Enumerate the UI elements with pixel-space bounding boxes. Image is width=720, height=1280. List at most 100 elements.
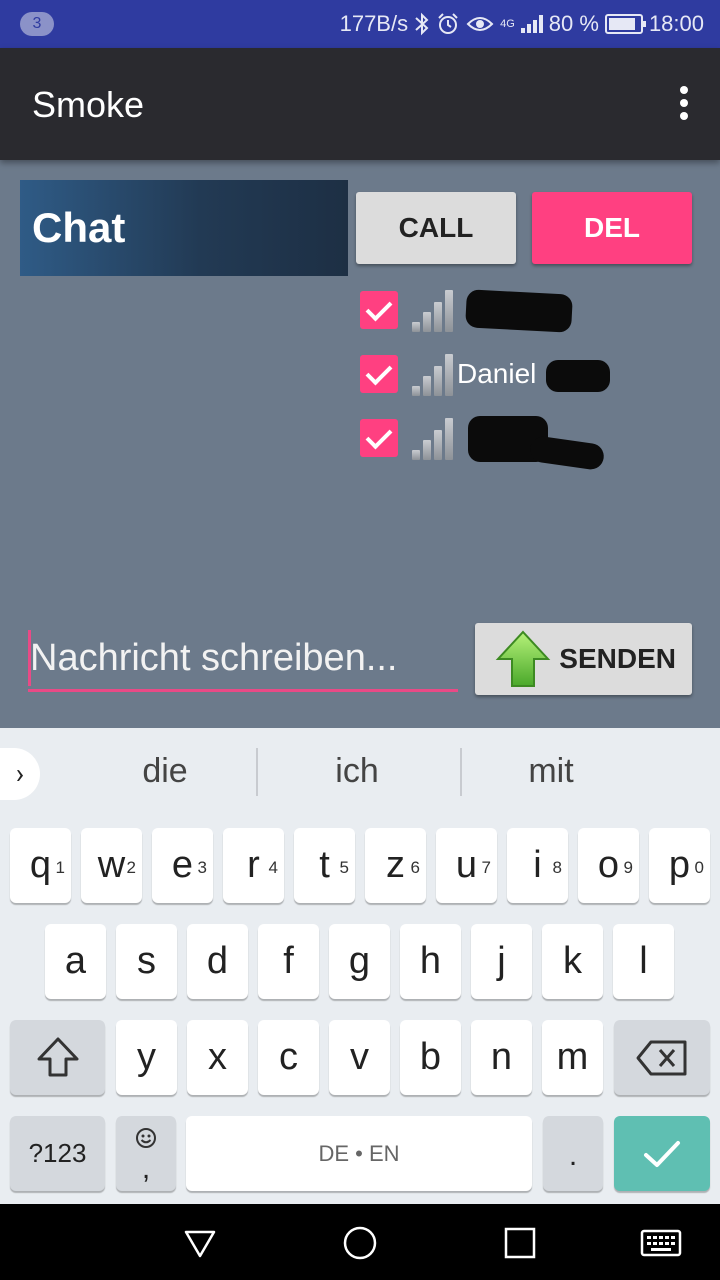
space-key[interactable]: DE • EN	[186, 1116, 532, 1191]
key-k[interactable]: k	[542, 924, 603, 999]
comma-label: ,	[141, 1152, 151, 1185]
redaction-mark	[528, 434, 606, 472]
key-m[interactable]: m	[542, 1020, 603, 1095]
alarm-icon	[438, 13, 458, 34]
key-x[interactable]: x	[187, 1020, 248, 1095]
battery-icon	[604, 14, 646, 34]
contact-checkbox[interactable]	[360, 355, 398, 393]
key-label: i	[533, 844, 542, 886]
key-label: r	[247, 844, 260, 886]
key-w[interactable]: w2	[81, 828, 142, 903]
recents-icon[interactable]	[503, 1226, 537, 1260]
key-g[interactable]: g	[329, 924, 390, 999]
contact-item[interactable]: Daniel	[360, 350, 536, 398]
up-arrow-icon	[495, 630, 551, 687]
key-number-hint: 3	[197, 858, 207, 877]
key-a[interactable]: a	[45, 924, 106, 999]
network-type: 4G	[500, 17, 515, 30]
key-label: q	[29, 844, 52, 886]
key-v[interactable]: v	[329, 1020, 390, 1095]
key-number-hint: 5	[339, 858, 349, 877]
clock: 18:00	[648, 11, 704, 36]
period-key[interactable]: .	[543, 1116, 603, 1191]
send-button[interactable]: SENDEN	[475, 623, 692, 695]
key-number-hint: 9	[623, 858, 633, 877]
key-u[interactable]: u7	[436, 828, 497, 903]
chevron-right-icon[interactable]: ›	[0, 748, 40, 800]
key-number-hint: 0	[694, 858, 704, 877]
bluetooth-icon	[415, 12, 429, 36]
key-b[interactable]: b	[400, 1020, 461, 1095]
eye-icon	[466, 17, 494, 31]
battery-percent: 80 %	[548, 11, 599, 36]
key-z[interactable]: z6	[365, 828, 426, 903]
key-number-hint: 1	[55, 858, 65, 877]
shift-icon	[37, 1037, 78, 1077]
redaction-mark	[546, 360, 610, 392]
key-d[interactable]: d	[187, 924, 248, 999]
key-p[interactable]: p0	[649, 828, 710, 903]
key-s[interactable]: s	[116, 924, 177, 999]
key-label: t	[319, 844, 330, 886]
keyboard-icon[interactable]	[640, 1226, 682, 1260]
key-r[interactable]: r4	[223, 828, 284, 903]
home-icon[interactable]	[343, 1226, 377, 1260]
contact-checkbox[interactable]	[360, 419, 398, 457]
send-label: SENDEN	[559, 643, 676, 674]
key-c[interactable]: c	[258, 1020, 319, 1095]
more-vert-icon[interactable]	[678, 86, 690, 122]
app-bar: Smoke	[0, 48, 720, 160]
suggestion-2[interactable]: ich	[262, 752, 452, 791]
emoji-icon	[136, 1128, 156, 1148]
key-number-hint: 4	[268, 858, 278, 877]
key-q[interactable]: q1	[10, 828, 71, 903]
key-e[interactable]: e3	[152, 828, 213, 903]
signal-strength-icon	[412, 416, 453, 460]
delete-button[interactable]: DEL	[532, 192, 692, 264]
key-label: z	[386, 844, 405, 886]
key-n[interactable]: n	[471, 1020, 532, 1095]
key-number-hint: 6	[410, 858, 420, 877]
key-y[interactable]: y	[116, 1020, 177, 1095]
key-number-hint: 2	[126, 858, 136, 877]
suggestion-3[interactable]: mit	[456, 752, 646, 791]
soft-keyboard: › die ich mit q1w2e3r4t5z6u7i8o9p0 asdfg…	[0, 728, 720, 1204]
shift-key[interactable]	[10, 1020, 105, 1095]
contact-item[interactable]	[360, 414, 457, 462]
backspace-icon	[636, 1040, 687, 1076]
emoji-comma-key[interactable]: ,	[116, 1116, 176, 1191]
key-label: u	[455, 844, 478, 886]
suggestion-1[interactable]: die	[70, 752, 260, 791]
enter-key[interactable]	[614, 1116, 710, 1191]
signal-strength-icon	[412, 288, 453, 332]
status-bar: 3 177B/s 4G 80 % 18:00	[0, 0, 720, 48]
key-h[interactable]: h	[400, 924, 461, 999]
key-label: p	[668, 844, 691, 886]
key-i[interactable]: i8	[507, 828, 568, 903]
chat-header-label: Chat	[32, 204, 126, 251]
key-o[interactable]: o9	[578, 828, 639, 903]
chat-header: Chat	[20, 180, 348, 276]
key-j[interactable]: j	[471, 924, 532, 999]
contact-checkbox[interactable]	[360, 291, 398, 329]
contact-item[interactable]	[360, 286, 457, 334]
call-button[interactable]: CALL	[356, 192, 516, 264]
symbols-key[interactable]: ?123	[10, 1116, 105, 1191]
key-l[interactable]: l	[613, 924, 674, 999]
text-cursor	[28, 630, 31, 686]
notification-count-badge: 3	[20, 12, 54, 36]
backspace-key[interactable]	[614, 1020, 710, 1095]
key-t[interactable]: t5	[294, 828, 355, 903]
message-input[interactable]	[28, 628, 458, 692]
checkmark-icon	[644, 1141, 680, 1167]
signal-strength-icon	[412, 352, 453, 396]
net-speed: 177B/s	[339, 11, 409, 36]
contact-name: Daniel	[457, 358, 537, 389]
navigation-bar	[0, 1204, 720, 1280]
back-icon[interactable]	[183, 1226, 217, 1260]
key-label: w	[97, 844, 126, 886]
key-number-hint: 8	[552, 858, 562, 877]
suggestion-divider	[256, 748, 258, 796]
key-number-hint: 7	[481, 858, 491, 877]
key-f[interactable]: f	[258, 924, 319, 999]
